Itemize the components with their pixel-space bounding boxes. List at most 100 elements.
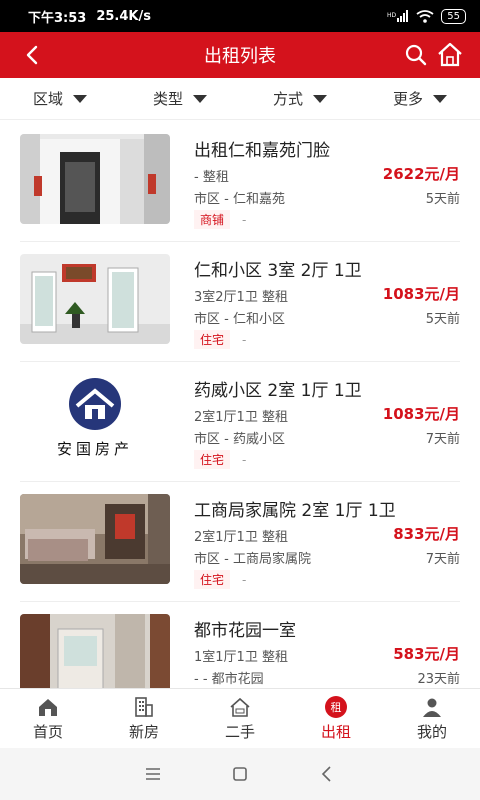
home-icon [39,698,57,716]
listing-time: 5天前 [425,312,460,327]
type-tag: 商铺 [194,210,231,229]
type-tag: 住宅 [194,450,231,469]
listing-photo [20,614,170,688]
building-icon [135,696,153,717]
listing-time: 7天前 [425,552,460,567]
battery-icon: 55 [441,8,466,24]
tab-label: 新房 [128,722,159,741]
caret-down-icon [193,94,207,103]
listing-detail: 2室1厅1卫 整租 [194,410,288,425]
extra-tag: - [242,452,247,467]
rent-badge-icon: 租 [325,695,347,718]
tab-home[interactable]: 首页 [0,689,96,748]
home-icon[interactable] [436,41,464,69]
listing-title: 工商局家属院 2室 1厅 1卫 [194,501,396,521]
agency-logo-text: 安国房产 [57,440,133,458]
caret-down-icon [73,94,87,103]
tab-new-homes[interactable]: 新房 [96,689,192,748]
filter-label: 类型 [152,90,183,108]
system-nav-bar [0,748,480,800]
listing-info: 都市花园一室 1室1厅1卫 整租 583元/月 - - 都市花园 23天前 [194,602,460,688]
rental-list: 出租仁和嘉苑门脸 - 整租 2622元/月 市区 - 仁和嘉苑 5天前 商铺 - [0,122,480,688]
chevron-left-icon[interactable] [20,42,46,68]
listing-location: 市区 - 仁和嘉苑 [194,192,285,207]
back-button-icon[interactable] [317,764,337,784]
tab-label: 我的 [416,722,447,741]
caret-down-icon [313,94,327,103]
listing-tags: 住宅 - [194,570,250,589]
tab-label: 首页 [32,722,63,741]
listing-location: 市区 - 仁和小区 [194,312,285,327]
search-icon[interactable] [404,43,428,67]
status-time: 下午3:53 [28,10,87,26]
tab-label: 二手 [224,722,255,741]
storefront-photo [20,134,170,224]
top-app-bar: 出租列表 [0,32,480,78]
listing-title: 药威小区 2室 1厅 1卫 [194,381,362,401]
listing-title: 都市花园一室 [194,621,296,641]
listing-tags: 商铺 - [194,210,250,229]
listing-price: 1083元/月 [382,405,460,423]
user-icon [423,698,441,717]
filter-bar: 区域 类型 方式 更多 [0,78,480,120]
filter-label: 更多 [392,90,423,108]
listing-info: 仁和小区 3室 2厅 1卫 3室2厅1卫 整租 1083元/月 市区 - 仁和小… [194,242,460,362]
tab-label: 出租 [320,722,351,741]
extra-tag: - [242,572,247,587]
room-photo [20,254,170,344]
listing-location: 市区 - 工商局家属院 [194,552,311,567]
listing-detail: 2室1厅1卫 整租 [194,530,288,545]
listing-title: 仁和小区 3室 2厅 1卫 [194,261,362,281]
listing-info: 工商局家属院 2室 1厅 1卫 2室1厅1卫 整租 833元/月 市区 - 工商… [194,482,460,602]
type-tag: 住宅 [194,330,231,349]
extra-tag: - [242,332,247,347]
signal-icon: HD [387,10,409,22]
listing-photo [20,134,170,224]
listing-card[interactable]: 安国房产 药威小区 2室 1厅 1卫 2室1厅1卫 整租 1083元/月 市区 … [20,362,460,482]
extra-tag: - [242,212,247,227]
listing-card[interactable]: 出租仁和嘉苑门脸 - 整租 2622元/月 市区 - 仁和嘉苑 5天前 商铺 - [20,122,460,242]
listing-price: 583元/月 [393,645,460,663]
home-button-icon[interactable] [230,764,250,784]
listing-photo [20,494,170,584]
tab-rent[interactable]: 租 出租 [288,689,384,748]
listing-detail: 1室1厅1卫 整租 [194,650,288,665]
filter-method[interactable]: 方式 [240,78,360,119]
filter-label: 区域 [32,90,63,108]
room-photo [20,614,170,688]
status-icons: HD 55 [387,8,466,24]
listing-card[interactable]: 都市花园一室 1室1厅1卫 整租 583元/月 - - 都市花园 23天前 [20,602,460,688]
listing-location: 市区 - 药威小区 [194,432,285,447]
listing-time: 7天前 [425,432,460,447]
filter-label: 方式 [272,90,303,108]
listing-info: 药威小区 2室 1厅 1卫 2室1厅1卫 整租 1083元/月 市区 - 药威小… [194,362,460,482]
agency-logo: 安国房产 [20,374,170,464]
listing-photo [20,254,170,344]
svg-text:HD: HD [387,12,397,19]
filter-more[interactable]: 更多 [360,78,480,119]
listing-card[interactable]: 工商局家属院 2室 1厅 1卫 2室1厅1卫 整租 833元/月 市区 - 工商… [20,482,460,602]
listing-card[interactable]: 仁和小区 3室 2厅 1卫 3室2厅1卫 整租 1083元/月 市区 - 仁和小… [20,242,460,362]
listing-tags: 住宅 - [194,330,250,349]
type-tag: 住宅 [194,570,231,589]
living-room-photo [20,494,170,584]
listing-time: 23天前 [417,672,460,687]
filter-type[interactable]: 类型 [120,78,240,119]
tab-mine[interactable]: 我的 [384,689,480,748]
menu-icon[interactable] [143,764,163,784]
listing-location: - - 都市花园 [194,672,264,687]
listing-photo: 安国房产 [20,374,170,464]
network-speed: 25.4K/s [96,8,151,24]
listing-title: 出租仁和嘉苑门脸 [194,141,330,161]
status-bar: 下午3:53 25.4K/s HD 55 [0,0,480,32]
listing-time: 5天前 [425,192,460,207]
listing-tags: 住宅 - [194,450,250,469]
wifi-icon [416,9,434,23]
listing-info: 出租仁和嘉苑门脸 - 整租 2622元/月 市区 - 仁和嘉苑 5天前 商铺 - [194,122,460,242]
house-sale-icon [230,697,250,717]
listing-detail: - 整租 [194,170,229,185]
tab-second-hand[interactable]: 二手 [192,689,288,748]
bottom-tab-bar: 首页 新房 二手 租 出租 我的 [0,688,480,748]
listing-detail: 3室2厅1卫 整租 [194,290,288,305]
filter-area[interactable]: 区域 [0,78,120,119]
